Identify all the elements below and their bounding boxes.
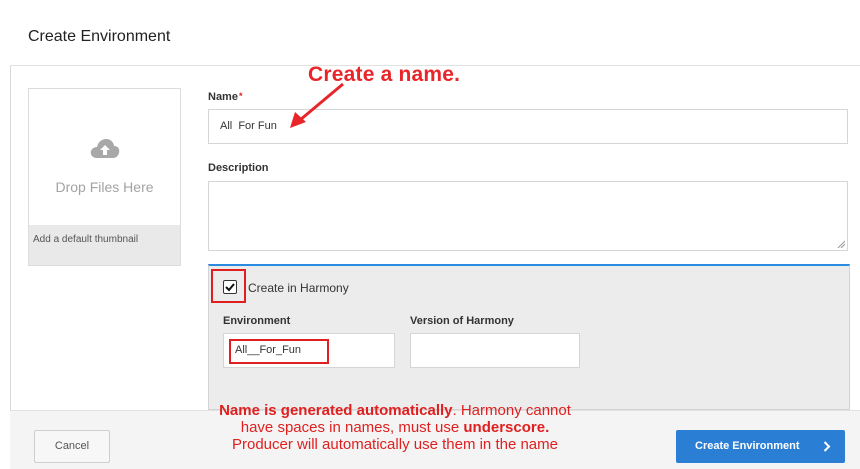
drop-area[interactable]: Drop Files Here bbox=[29, 89, 180, 225]
create-in-harmony-label: Create in Harmony bbox=[248, 281, 349, 295]
environment-label: Environment bbox=[223, 315, 291, 327]
annotation-line-2: have spaces in names, must use underscor… bbox=[140, 419, 650, 436]
create-environment-label: Create Environment bbox=[695, 440, 800, 452]
description-label: Description bbox=[208, 162, 269, 174]
version-input[interactable] bbox=[410, 333, 580, 368]
version-label: Version of Harmony bbox=[410, 315, 514, 327]
annotation-note: Name is generated automatically. Harmony… bbox=[140, 402, 650, 453]
annotation-text-2: have spaces in names, must use bbox=[240, 419, 464, 436]
annotation-bold-2: underscore. bbox=[463, 419, 550, 436]
resize-handle-icon[interactable] bbox=[837, 240, 845, 248]
name-label-text: Name bbox=[208, 91, 238, 103]
chevron-right-icon bbox=[823, 441, 831, 452]
cancel-button[interactable]: Cancel bbox=[34, 430, 110, 463]
required-asterisk: * bbox=[238, 91, 243, 101]
cloud-upload-icon bbox=[90, 139, 120, 158]
drop-files-label: Drop Files Here bbox=[55, 179, 154, 195]
thumbnail-dropzone[interactable]: Drop Files Here Add a default thumbnail bbox=[28, 88, 181, 266]
description-textarea[interactable] bbox=[208, 181, 848, 251]
annotation-text-1: . Harmony cannot bbox=[452, 402, 571, 419]
environment-highlight bbox=[229, 339, 329, 364]
annotation-line-1: Name is generated automatically. Harmony… bbox=[140, 402, 650, 419]
annotation-line-3: Producer will automatically use them in … bbox=[232, 436, 558, 453]
dialog-title: Create Environment bbox=[28, 28, 171, 45]
annotation-bold-1: Name is generated automatically bbox=[219, 402, 453, 419]
annotation-arrow-icon bbox=[290, 82, 344, 128]
dialog-header: Create Environment bbox=[10, 0, 860, 66]
checkbox-highlight bbox=[211, 269, 246, 303]
add-thumbnail-label: Add a default thumbnail bbox=[29, 225, 180, 265]
create-environment-button[interactable]: Create Environment bbox=[676, 430, 845, 463]
name-label: Name* bbox=[208, 91, 242, 103]
